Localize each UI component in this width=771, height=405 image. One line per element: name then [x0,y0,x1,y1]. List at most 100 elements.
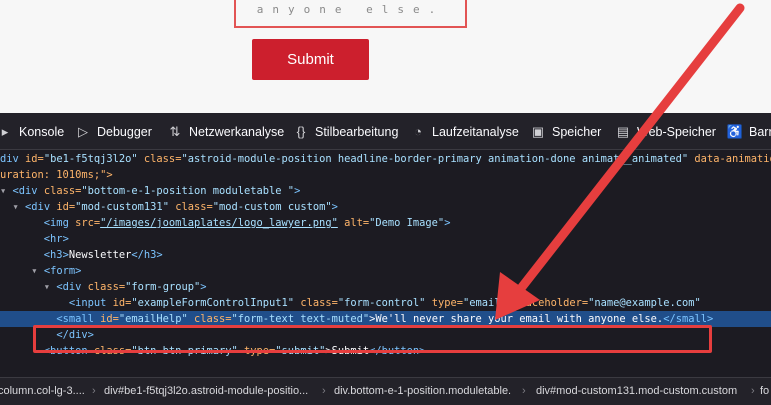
breadcrumb-item[interactable]: div#mod-custom131.mod-custom.custom [536,378,737,405]
tab-label: Stilbearbeitung [315,124,399,139]
attr-name: src= [75,217,101,229]
tag-name: <img [43,217,76,229]
tag-name: > [294,185,301,197]
attr-value: "mod-custom custom" [212,201,332,213]
attr-value: "form-text text-muted" [231,313,370,325]
node-text: >We'll never share your email with anyon… [369,313,664,325]
markup-node[interactable]: ▾ <div id="mod-custom131" class="mod-cus… [0,199,771,215]
attr-value: "form-control" [337,297,426,309]
tab-label: Web-Speicher [637,124,716,139]
attr-name: data-animation= [694,153,771,165]
attr-value: "exampleFormControlInput1" [131,297,295,309]
markup-node[interactable]: <hr> [0,231,771,247]
debugger-icon: ▷ [78,123,88,139]
breadcrumb-separator-icon: › [322,385,326,397]
attr-name: class= [294,297,338,309]
attr-value: "bottom-e-1-position moduletable " [81,185,295,197]
network-icon: ⇅ [169,123,181,139]
breadcrumb-item[interactable]: div#be1-f5tqj3l2o.astroid-module-positio… [104,378,308,405]
attr-name: class= [187,313,232,325]
markup-node[interactable]: uration: 1010ms;"> [0,167,771,183]
tag-name: <div [12,185,44,197]
performance-icon: ◔ [414,124,422,139]
attr-name: id= [112,297,132,309]
breadcrumb-item[interactable]: div.bottom-e-1-position.moduletable. [334,378,511,405]
tab-console[interactable]: ▸ Konsole [0,113,64,150]
tab-label: Laufzeitanalyse [432,124,519,139]
style-editor-icon: {} [296,124,306,139]
expand-toggle-icon[interactable]: ▾ [0,185,6,197]
email-help-annotation-box: anyone else. [234,0,467,28]
devtools-toolbar: ▸ Konsole ▷ Debugger ⇅ Netzwerkanalyse {} St… [0,113,771,150]
breadcrumb-item[interactable]: fo [760,378,769,405]
expand-toggle-icon[interactable]: ▾ [13,201,19,213]
devtools-panel: ▸ Konsole ▷ Debugger ⇅ Netzwerkanalyse {} St… [0,113,771,405]
attr-name: class= [137,153,182,165]
attr-name: placeholder= [506,297,589,309]
attr-value: "name@example.com" [588,297,701,309]
tab-label: Speicher [552,124,602,139]
tag-name: div [0,153,26,165]
breadcrumb-separator-icon: › [751,385,755,397]
markup-node[interactable]: <h3>Newsletter</h3> [0,247,771,263]
tag-name: </h3> [131,249,163,261]
markup-node[interactable]: <img src="/images/joomlaplates/logo_lawy… [0,215,771,231]
attr-name: type= [425,297,463,309]
tab-accessibility[interactable]: ♿ Barr [726,113,771,150]
tag-name: </small> [663,313,714,325]
markup-node[interactable]: <input id="exampleFormControlInput1" cla… [0,295,771,311]
tab-label: Konsole [19,124,65,139]
attr-name: alt= [337,217,370,229]
email-help-text: anyone else. [256,3,445,16]
tab-style-editor[interactable]: {} Stilbearbeitung [292,113,399,150]
storage-icon: ▤ [616,123,630,139]
breadcrumb-item[interactable]: column.col-lg-3.... [0,378,85,405]
highlight-box [33,325,712,353]
breadcrumb-separator-icon: › [522,385,526,397]
node-text: Newsletter [68,249,132,261]
expand-toggle-icon[interactable]: ▾ [44,281,50,293]
tab-storage[interactable]: ▤ Web-Speicher [614,113,716,150]
tab-performance[interactable]: ◔ Laufzeitanalyse [409,113,519,150]
attr-name: id= [100,313,119,325]
attr-value: "email" [463,297,507,309]
page-preview: anyone else. Submit [0,0,771,113]
tag-name: <small [56,313,101,325]
tag-name: <form> [43,265,82,277]
tab-label: Barr [749,124,771,139]
markup-breadcrumb: column.col-lg-3.... › div#be1-f5tqj3l2o.… [0,377,771,405]
tag-name: <input [68,297,113,309]
console-icon: ▸ [1,123,9,139]
attr-name: id= [56,201,76,213]
markup-node[interactable]: ▾ <div class="form-group"> [0,279,771,295]
tag-name: <hr> [43,233,69,245]
breadcrumb-separator-icon: › [92,385,96,397]
attr-value: "be1-f5tqj3l2o" [43,153,138,165]
accessibility-icon: ♿ [726,123,744,139]
tag-name: <div [25,201,57,213]
attr-name: id= [25,153,44,165]
tab-debugger[interactable]: ▷ Debugger [74,113,152,150]
tag-name: > [200,281,207,293]
tag-name: > [331,201,338,213]
tab-network[interactable]: ⇅ Netzwerkanalyse [166,113,285,150]
markup-node[interactable]: ▾ <form> [0,263,771,279]
submit-button[interactable]: Submit [252,39,369,80]
attr-value: "astroid-module-position headline-border… [181,153,689,165]
attr-value: "Demo Image" [369,217,445,229]
memory-icon: ▣ [531,123,545,139]
attr-link[interactable]: "/images/joomlaplates/logo_lawyer.png" [100,217,338,229]
attr-name: class= [87,281,126,293]
expand-toggle-icon[interactable]: ▾ [31,265,37,277]
attr-name: class= [43,185,82,197]
attr-value: "form-group" [125,281,201,293]
markup-node[interactable]: ▾ <div class="bottom-e-1-position module… [0,183,771,199]
markup-node[interactable]: div id="be1-f5tqj3l2o" class="astroid-mo… [0,151,771,167]
attr-value: "mod-custom131" [75,201,169,213]
tab-memory[interactable]: ▣ Speicher [529,113,602,150]
tag-name: > [444,217,451,229]
tab-label: Debugger [97,124,152,139]
tag-name: <h3> [43,249,69,261]
tag-name: <div [56,281,88,293]
tab-label: Netzwerkanalyse [189,124,285,139]
